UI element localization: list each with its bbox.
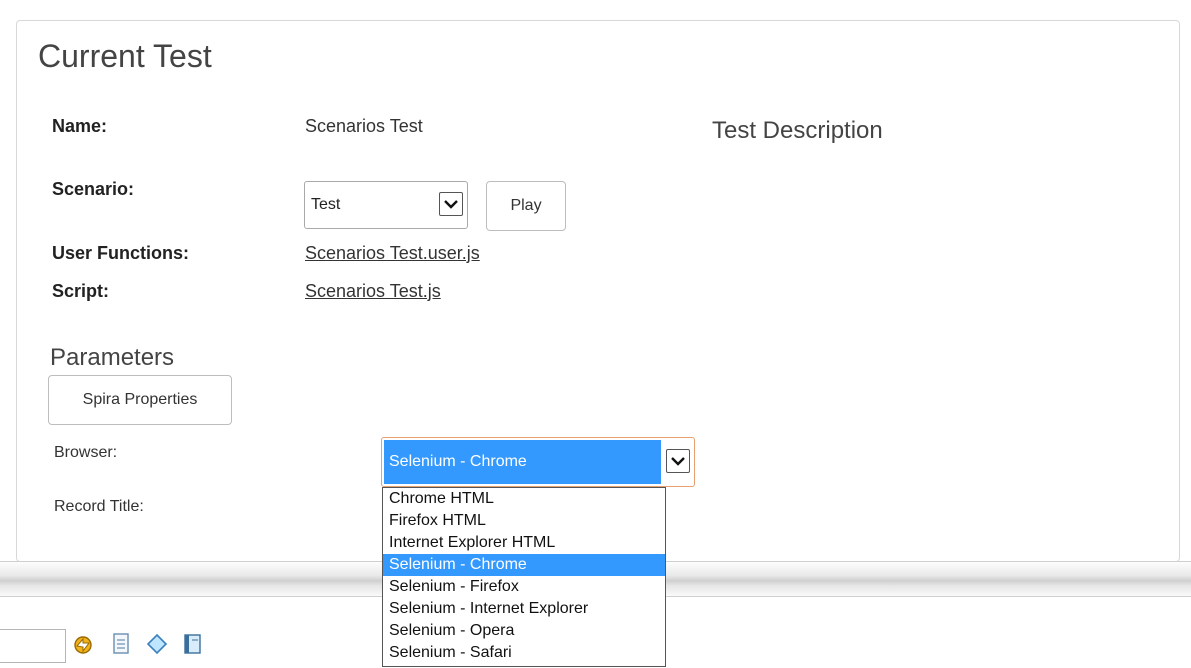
script-link[interactable]: Scenarios Test.js [305,281,441,302]
browser-option[interactable]: Chrome HTML [383,488,665,510]
run-icon[interactable] [70,630,96,658]
book-icon[interactable] [180,630,206,658]
name-value: Scenarios Test [305,116,423,136]
search-input[interactable] [0,629,66,663]
play-button[interactable]: Play [486,181,566,231]
name-label: Name: [52,116,108,136]
script-label: Script: [52,281,110,301]
browser-option[interactable]: Selenium - Internet Explorer [383,598,665,620]
browser-select-value: Selenium - Chrome [384,440,661,484]
browser-option[interactable]: Selenium - Chrome [383,554,665,576]
scenario-select[interactable]: Test [304,181,468,229]
page-title: Current Test [38,38,212,74]
browser-option[interactable]: Internet Explorer HTML [383,532,665,554]
browser-dropdown-list[interactable]: Chrome HTML Firefox HTML Internet Explorer… [382,487,666,667]
browser-label: Browser: [54,444,118,461]
user-functions-link[interactable]: Scenarios Test.user.js [305,243,480,264]
tag-icon[interactable] [144,630,170,658]
spira-properties-button[interactable]: Spira Properties [48,375,232,425]
parameters-heading: Parameters [50,344,175,371]
browser-option[interactable]: Selenium - Opera [383,620,665,642]
test-description-heading: Test Description [712,117,883,144]
browser-option[interactable]: Selenium - Firefox [383,576,665,598]
scenario-select-value: Test [311,196,341,213]
browser-option[interactable]: Firefox HTML [383,510,665,532]
chevron-down-icon [439,192,463,216]
user-functions-label: User Functions: [52,243,190,263]
browser-select[interactable]: Selenium - Chrome [381,437,695,487]
scenario-label: Scenario: [52,179,135,199]
record-title-label: Record Title: [54,498,144,515]
browser-option[interactable]: Selenium - Safari [383,642,665,664]
document-icon[interactable] [108,630,134,658]
chevron-down-icon [666,449,690,473]
